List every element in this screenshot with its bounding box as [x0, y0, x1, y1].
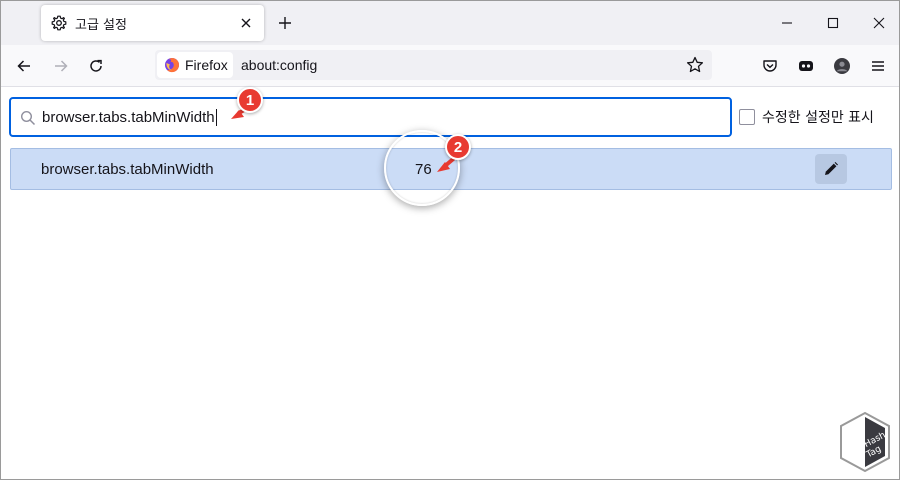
hashtag-watermark-logo: Hash Tag [840, 411, 890, 473]
annotation-arrows [231, 102, 461, 172]
step-marker-1-label: 1 [245, 91, 255, 109]
browser-window: 고급 설정 Firefox about:config browser.tabs.… [0, 0, 900, 480]
step-marker-1: 1 [237, 87, 263, 113]
step-marker-2-label: 2 [453, 138, 463, 156]
step-marker-2: 2 [445, 134, 471, 160]
